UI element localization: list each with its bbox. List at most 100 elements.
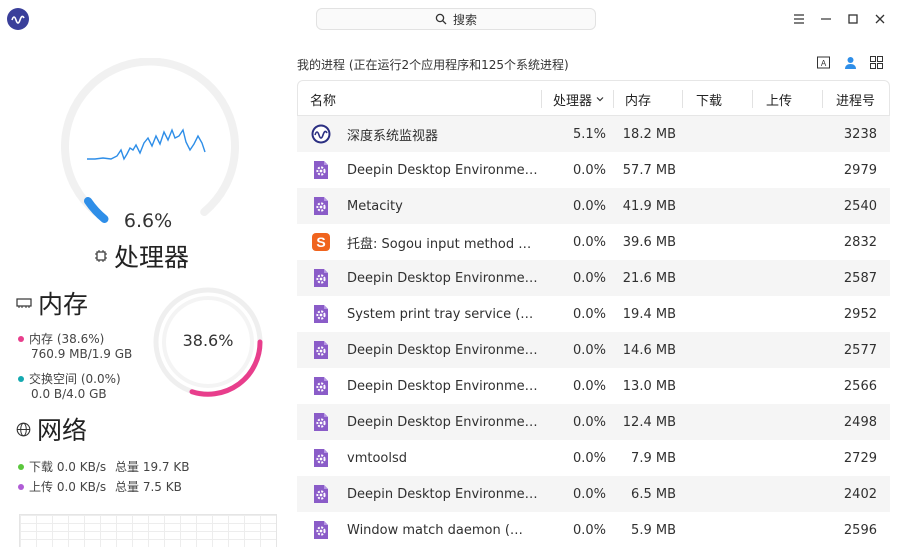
process-row[interactable]: Metacity 0.0% 41.9 MB 2540 bbox=[297, 188, 890, 224]
process-cpu: 0.0% bbox=[572, 306, 606, 322]
process-cpu: 0.0% bbox=[572, 234, 606, 250]
process-cpu: 0.0% bbox=[572, 414, 606, 430]
process-pid: 2952 bbox=[843, 306, 877, 322]
column-upload[interactable]: 上传 bbox=[752, 81, 822, 117]
network-upload-row: 上传 0.0 KB/s 总量 7.5 KB bbox=[18, 478, 182, 495]
process-row[interactable]: Deepin Desktop Environme… 0.0% 6.5 MB 2402 bbox=[297, 476, 890, 512]
grid-view-button[interactable] bbox=[866, 52, 886, 72]
process-memory: 5.9 MB bbox=[631, 522, 676, 538]
process-list: 深度系统监视器 5.1% 18.2 MB 3238 Deepin Desktop Env… bbox=[297, 116, 890, 547]
sogou-icon: S bbox=[311, 232, 331, 252]
column-cpu[interactable]: 处理器 bbox=[541, 81, 611, 117]
process-memory: 19.4 MB bbox=[622, 306, 676, 322]
process-memory: 41.9 MB bbox=[622, 198, 676, 214]
user-view-button[interactable] bbox=[840, 52, 860, 72]
process-row[interactable]: vmtoolsd 0.0% 7.9 MB 2729 bbox=[297, 440, 890, 476]
process-pid: 2596 bbox=[843, 522, 877, 538]
process-pid: 2729 bbox=[843, 450, 877, 466]
process-memory: 18.2 MB bbox=[622, 126, 676, 142]
process-memory: 6.5 MB bbox=[631, 486, 676, 502]
process-pid: 2577 bbox=[843, 342, 877, 358]
gear-file-icon bbox=[311, 376, 331, 396]
process-row[interactable]: Window match daemon (… 0.0% 5.9 MB 2596 bbox=[297, 512, 890, 547]
upload-rate: 上传 0.0 KB/s bbox=[29, 480, 107, 494]
menu-button[interactable] bbox=[789, 9, 809, 29]
search-input[interactable]: 搜索 bbox=[316, 8, 596, 30]
user-icon bbox=[844, 56, 856, 69]
gear-file-icon bbox=[311, 160, 331, 180]
network-chart bbox=[19, 514, 277, 547]
column-memory[interactable]: 内存 bbox=[613, 81, 682, 117]
process-cpu: 0.0% bbox=[572, 378, 606, 394]
network-section-title: 网络 bbox=[16, 411, 87, 447]
memory-gauge-value: 38.6% bbox=[182, 331, 234, 350]
process-name: Deepin Desktop Environme… bbox=[347, 342, 538, 358]
download-rate: 下载 0.0 KB/s bbox=[29, 460, 107, 474]
memory-label: 内存 (38.6%) bbox=[29, 332, 105, 346]
process-cpu: 0.0% bbox=[572, 342, 606, 358]
process-row[interactable]: System print tray service (… 0.0% 19.4 MB 2… bbox=[297, 296, 890, 332]
process-cpu: 5.1% bbox=[572, 126, 606, 142]
process-name: 深度系统监视器 bbox=[347, 128, 439, 144]
minimize-button[interactable] bbox=[816, 9, 836, 29]
close-icon bbox=[875, 14, 885, 24]
process-row[interactable]: Deepin Desktop Environme… 0.0% 12.4 MB 2498 bbox=[297, 404, 890, 440]
process-cpu: 0.0% bbox=[572, 162, 606, 178]
memory-legend-dot bbox=[18, 335, 24, 342]
close-button[interactable] bbox=[870, 9, 890, 29]
gear-file-icon bbox=[311, 196, 331, 216]
process-row[interactable]: Deepin Desktop Environme… 0.0% 13.0 MB 2566 bbox=[297, 368, 890, 404]
memory-icon bbox=[16, 298, 32, 308]
column-name[interactable]: 名称 bbox=[310, 81, 336, 117]
process-pid: 2540 bbox=[843, 198, 877, 214]
process-name: vmtoolsd bbox=[347, 450, 407, 466]
process-row[interactable]: S 托盘: Sogou input method … 0.0% 39.6 MB 2832 bbox=[297, 224, 890, 260]
process-name: Window match daemon (… bbox=[347, 522, 523, 538]
process-cpu: 0.0% bbox=[572, 486, 606, 502]
process-row[interactable]: Deepin Desktop Environme… 0.0% 21.6 MB 2587 bbox=[297, 260, 890, 296]
process-pid: 2402 bbox=[843, 486, 877, 502]
upload-legend-dot bbox=[18, 483, 24, 490]
chip-icon bbox=[95, 250, 107, 262]
swap-label: 交换空间 (0.0%) bbox=[29, 372, 121, 386]
upload-total: 总量 7.5 KB bbox=[115, 480, 182, 494]
process-memory: 13.0 MB bbox=[622, 378, 676, 394]
process-row[interactable]: Deepin Desktop Environme… 0.0% 57.7 MB 2979 bbox=[297, 152, 890, 188]
process-pid: 2566 bbox=[843, 378, 877, 394]
app-view-button[interactable]: A bbox=[813, 52, 833, 72]
grid-icon bbox=[869, 55, 883, 69]
svg-text:S: S bbox=[316, 234, 325, 250]
process-row[interactable]: Deepin Desktop Environme… 0.0% 14.6 MB 2577 bbox=[297, 332, 890, 368]
process-name: Deepin Desktop Environme… bbox=[347, 486, 538, 502]
process-memory: 14.6 MB bbox=[622, 342, 676, 358]
process-name: Metacity bbox=[347, 198, 403, 214]
process-cpu: 0.0% bbox=[572, 522, 606, 538]
search-label: 搜索 bbox=[452, 12, 477, 27]
column-download[interactable]: 下载 bbox=[682, 81, 752, 117]
memory-detail: 760.9 MB/1.9 GB bbox=[31, 347, 133, 361]
cpu-section-title: 处理器 bbox=[94, 238, 189, 274]
swap-detail: 0.0 B/4.0 GB bbox=[31, 387, 107, 401]
gear-file-icon bbox=[311, 520, 331, 540]
process-name: 托盘: Sogou input method … bbox=[347, 236, 532, 252]
process-cpu: 0.0% bbox=[572, 450, 606, 466]
process-memory: 7.9 MB bbox=[631, 450, 676, 466]
process-row[interactable]: 深度系统监视器 5.1% 18.2 MB 3238 bbox=[297, 116, 890, 152]
process-pid: 2587 bbox=[843, 270, 877, 286]
process-name: Deepin Desktop Environme… bbox=[347, 270, 538, 286]
memory-stat: 内存 (38.6%) 760.9 MB/1.9 GB bbox=[18, 332, 132, 362]
process-memory: 21.6 MB bbox=[622, 270, 676, 286]
maximize-icon bbox=[848, 14, 858, 24]
sort-chevron-down-icon bbox=[596, 97, 604, 102]
process-summary: 我的进程 (正在运行2个应用程序和125个系统进程) bbox=[297, 58, 569, 72]
process-pid: 2832 bbox=[843, 234, 877, 250]
process-name: System print tray service (… bbox=[347, 306, 534, 322]
app-logo-icon bbox=[7, 8, 29, 30]
column-pid[interactable]: 进程号 bbox=[822, 81, 891, 117]
menu-icon bbox=[794, 14, 804, 24]
swap-stat: 交换空间 (0.0%) 0.0 B/4.0 GB bbox=[18, 372, 121, 402]
gear-file-icon bbox=[311, 484, 331, 504]
app-view-icon: A bbox=[816, 56, 830, 68]
maximize-button[interactable] bbox=[843, 9, 863, 29]
process-pid: 2979 bbox=[843, 162, 877, 178]
